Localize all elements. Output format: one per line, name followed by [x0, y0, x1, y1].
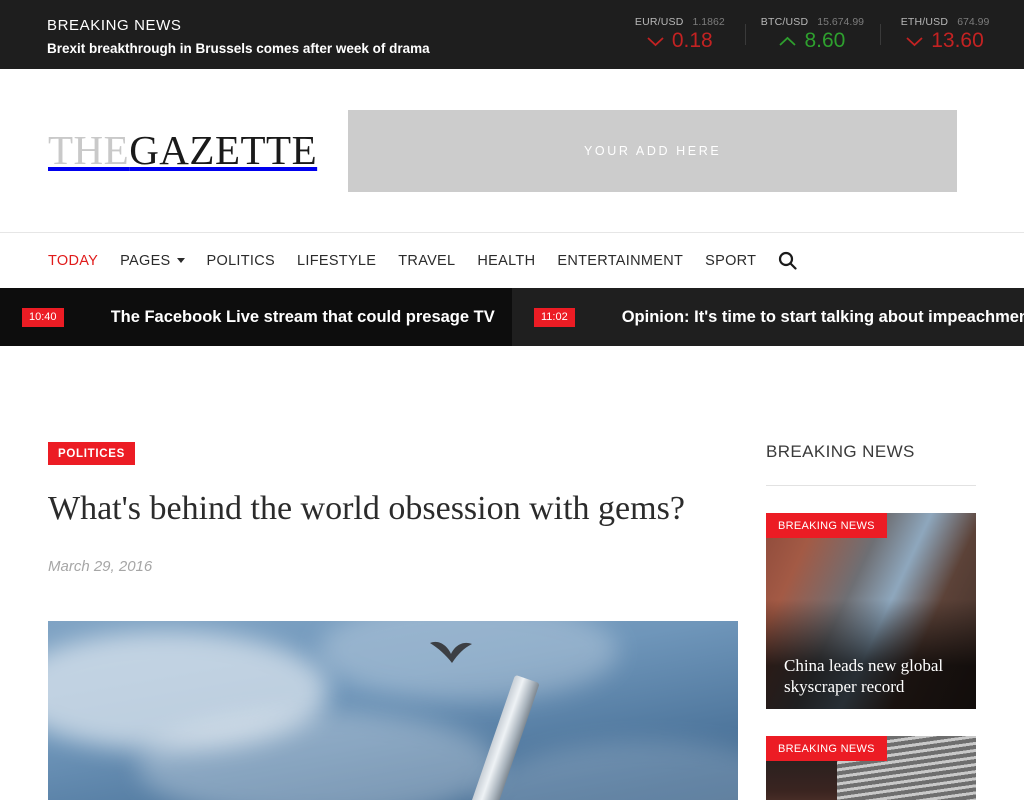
- nav-link-health[interactable]: HEALTH: [477, 253, 535, 269]
- ticker-title-1: The Facebook Live stream that could pres…: [110, 307, 495, 326]
- ticker-eur-usd-pair: EUR/USD: [634, 16, 684, 28]
- top-breaking-left: BREAKING NEWS Brexit breakthrough in Bru…: [0, 0, 430, 69]
- ticker-headline-1[interactable]: 10:40 The Facebook Live stream that coul…: [0, 288, 512, 346]
- ticker-eur-usd-delta: 0.18: [671, 29, 713, 52]
- sidebar-card-2-badge: BREAKING NEWS: [766, 736, 887, 761]
- article-title: What's behind the world obsession with g…: [48, 490, 685, 527]
- ticker-headline-2[interactable]: 11:02 Opinion: It's time to start talkin…: [512, 288, 1024, 346]
- article-category-badge[interactable]: POLITICES: [48, 442, 136, 465]
- nav-link-lifestyle[interactable]: LIFESTYLE: [297, 253, 376, 269]
- site-logo[interactable]: THEGAZETTE: [48, 130, 317, 171]
- ticker-time-1: 10:40: [22, 307, 64, 327]
- ticker-time-2: 11:02: [534, 307, 575, 327]
- sidebar-card-1[interactable]: BREAKING NEWS China leads new global sky…: [766, 513, 976, 709]
- ticker-eur-usd-bottom: 0.18: [647, 29, 713, 53]
- main-navigation: TODAY PAGES POLITICS LIFESTYLE TRAVEL HE…: [0, 232, 1024, 288]
- ticker-eur-usd-top: EUR/USD 1.1862: [635, 16, 725, 28]
- ticker-btc-usd-top: BTC/USD 15.674.99: [761, 16, 864, 28]
- nav-item-today[interactable]: TODAY: [48, 252, 98, 270]
- news-ticker-strip: 10:40 The Facebook Live stream that coul…: [0, 288, 1024, 346]
- sidebar-heading: BREAKING NEWS: [766, 442, 915, 461]
- ticker-eth-usd-bottom: 13.60: [906, 29, 984, 53]
- nav-link-pages[interactable]: PAGES: [120, 252, 185, 269]
- article-hero-image: [48, 621, 738, 800]
- sidebar-card-1-badge: BREAKING NEWS: [766, 513, 887, 538]
- sidebar-card-1-title: China leads new global skyscraper record: [784, 656, 944, 696]
- market-ticker-group: EUR/USD 1.1862 0.18 BTC/USD 15.674.99 8.…: [615, 0, 1024, 69]
- ad-banner[interactable]: YOUR ADD HERE: [348, 109, 958, 192]
- breaking-news-label: BREAKING NEWS: [47, 17, 182, 34]
- nav-item-pages[interactable]: PAGES: [120, 252, 185, 270]
- nav-item-sport[interactable]: SPORT: [705, 252, 756, 270]
- nav-link-travel[interactable]: TRAVEL: [398, 253, 455, 269]
- page-content: POLITICES What's behind the world obsess…: [0, 346, 1024, 800]
- ticker-eth-usd-pair: ETH/USD: [900, 16, 949, 28]
- chevron-down-icon: [647, 36, 664, 46]
- nav-item-travel[interactable]: TRAVEL: [398, 252, 455, 270]
- ticker-eur-usd[interactable]: EUR/USD 1.1862 0.18: [615, 16, 745, 53]
- ticker-btc-usd-bottom: 8.60: [779, 29, 845, 53]
- article-main-column: POLITICES What's behind the world obsess…: [48, 346, 738, 800]
- search-icon: [779, 251, 797, 270]
- nav-item-health[interactable]: HEALTH: [477, 252, 535, 270]
- sidebar-divider: [766, 485, 976, 486]
- ticker-eth-usd[interactable]: ETH/USD 674.99 13.60: [880, 16, 1010, 53]
- ticker-eth-usd-delta: 13.60: [931, 29, 984, 52]
- ticker-eur-usd-rate: 1.1862: [692, 16, 725, 28]
- ticker-title-2: Opinion: It's time to start talking abou…: [621, 307, 1024, 326]
- nav-link-today[interactable]: TODAY: [48, 253, 98, 269]
- nav-link-sport[interactable]: SPORT: [705, 253, 756, 269]
- nav-label-pages: PAGES: [120, 252, 171, 269]
- nav-item-lifestyle[interactable]: LIFESTYLE: [297, 252, 376, 270]
- nav-list: TODAY PAGES POLITICS LIFESTYLE TRAVEL HE…: [48, 252, 756, 270]
- logo-gazette: GAZETTE: [129, 127, 318, 173]
- ticker-eth-usd-top: ETH/USD 674.99: [901, 16, 990, 28]
- chevron-down-icon: [906, 36, 923, 46]
- sidebar: BREAKING NEWS BREAKING NEWS China leads …: [766, 346, 976, 800]
- ticker-eth-usd-rate: 674.99: [957, 16, 990, 28]
- chevron-down-icon: [176, 258, 185, 263]
- nav-link-entertainment[interactable]: ENTERTAINMENT: [557, 253, 683, 269]
- breaking-news-headline[interactable]: Brexit breakthrough in Brussels comes af…: [47, 39, 430, 59]
- bird-icon: [429, 641, 472, 663]
- ticker-btc-usd-delta: 8.60: [804, 29, 846, 52]
- cloud-shape: [478, 741, 738, 800]
- ticker-btc-usd-rate: 15.674.99: [817, 16, 864, 28]
- nav-item-entertainment[interactable]: ENTERTAINMENT: [557, 252, 683, 270]
- masthead: THEGAZETTE YOUR ADD HERE: [0, 69, 1024, 232]
- ticker-btc-usd[interactable]: BTC/USD 15.674.99 8.60: [744, 16, 880, 53]
- ticker-btc-usd-pair: BTC/USD: [760, 16, 809, 28]
- top-breaking-bar: BREAKING NEWS Brexit breakthrough in Bru…: [0, 0, 1024, 69]
- chevron-up-icon: [779, 36, 797, 46]
- ad-banner-text: YOUR ADD HERE: [584, 143, 722, 158]
- sidebar-card-2[interactable]: BREAKING NEWS: [766, 736, 976, 800]
- search-button[interactable]: [778, 251, 797, 270]
- article-date: March 29, 2016: [48, 558, 153, 575]
- nav-item-politics[interactable]: POLITICS: [207, 252, 275, 270]
- nav-link-politics[interactable]: POLITICS: [207, 253, 275, 269]
- logo-the: THE: [48, 127, 130, 173]
